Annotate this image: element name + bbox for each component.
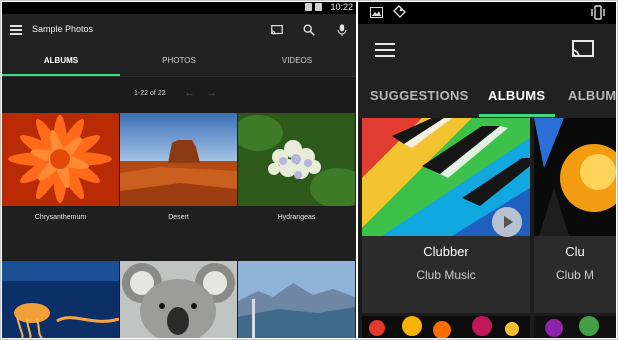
album-chrysanthemum[interactable]: Chrysanthemum [2, 113, 119, 230]
tab-videos-label: VIDEOS [281, 56, 313, 65]
chrysanthemum-image [2, 113, 119, 206]
album-koala[interactable] [120, 261, 237, 338]
album-card-club-music[interactable]: Clu Club M [534, 118, 616, 313]
cast-icon[interactable] [270, 23, 284, 37]
tab-albums[interactable]: ALBUMS [488, 88, 545, 103]
tab-suggestions[interactable]: SUGGESTIONS [370, 88, 469, 103]
jellyfish-image [2, 261, 119, 338]
status-icons [305, 3, 322, 11]
pagination: 1-22 of 22 ← → [2, 77, 356, 113]
album-subtitle: Club M [555, 268, 594, 282]
play-icon [504, 216, 513, 228]
vibrate-icon [591, 5, 605, 20]
arrow-right-icon[interactable]: → [206, 87, 217, 99]
club-album-art [534, 118, 616, 236]
album-art-row-2-left [362, 316, 530, 338]
music-app: SUGGESTIONS ALBUMS ALBUM Clubber Club Mu… [358, 2, 616, 338]
hydrangeas-image [238, 113, 355, 206]
tab-albums-next[interactable]: ALBUM [568, 88, 616, 103]
desert-image [120, 113, 237, 206]
album-desert[interactable]: Desert [120, 113, 237, 230]
menu-icon[interactable] [10, 25, 22, 35]
tab-bar: ALBUMS PHOTOS VIDEOS [2, 46, 356, 77]
menu-icon[interactable] [375, 43, 395, 57]
status-bar: 10:22 [2, 2, 356, 14]
album-caption: Desert [120, 206, 237, 230]
album-caption: Chrysanthemum [2, 206, 119, 230]
app-toolbar: Sample Photos [2, 14, 356, 46]
album-hydrangeas[interactable]: Hydrangeas [238, 113, 355, 230]
microphone-icon[interactable] [335, 23, 349, 37]
album-caption: Hydrangeas [238, 206, 355, 230]
tab-photos[interactable]: PHOTOS [120, 46, 238, 76]
status-time: 10:22 [330, 2, 353, 12]
tab-albums-label: ALBUMS [43, 56, 79, 65]
page-count: 1-22 of 22 [134, 90, 166, 97]
tab-bar: SUGGESTIONS ALBUMS ALBUM [358, 74, 616, 118]
sample-photos-app: 10:22 Sample Photos ALBUMS PHOTOS VIDEOS [2, 2, 356, 338]
image-icon [370, 7, 383, 18]
arrow-left-icon[interactable]: ← [184, 87, 195, 99]
lighthouse-image [238, 261, 355, 338]
album-jellyfish[interactable] [2, 261, 119, 338]
play-button[interactable] [492, 207, 522, 237]
app-title: Sample Photos [32, 24, 94, 34]
album-title: Clubber [423, 244, 469, 259]
album-subtitle: Club Music [416, 268, 476, 282]
tab-indicator [2, 74, 120, 76]
tab-indicator [479, 114, 555, 117]
album-art-row-2-right [534, 316, 616, 338]
album-title: Clu [565, 244, 585, 259]
battery-icon [315, 3, 322, 11]
cast-icon[interactable] [571, 39, 595, 59]
tag-icon [393, 5, 406, 18]
status-bar [358, 2, 616, 24]
app-toolbar [358, 24, 616, 74]
tab-photos-label: PHOTOS [162, 56, 196, 65]
album-card-clubber[interactable]: Clubber Club Music [362, 118, 530, 313]
koala-image [120, 261, 237, 338]
tab-albums[interactable]: ALBUMS [2, 46, 120, 76]
album-lighthouse[interactable] [238, 261, 355, 338]
signal-icon [305, 3, 312, 11]
tab-videos[interactable]: VIDEOS [238, 46, 356, 76]
search-icon[interactable] [302, 23, 316, 37]
